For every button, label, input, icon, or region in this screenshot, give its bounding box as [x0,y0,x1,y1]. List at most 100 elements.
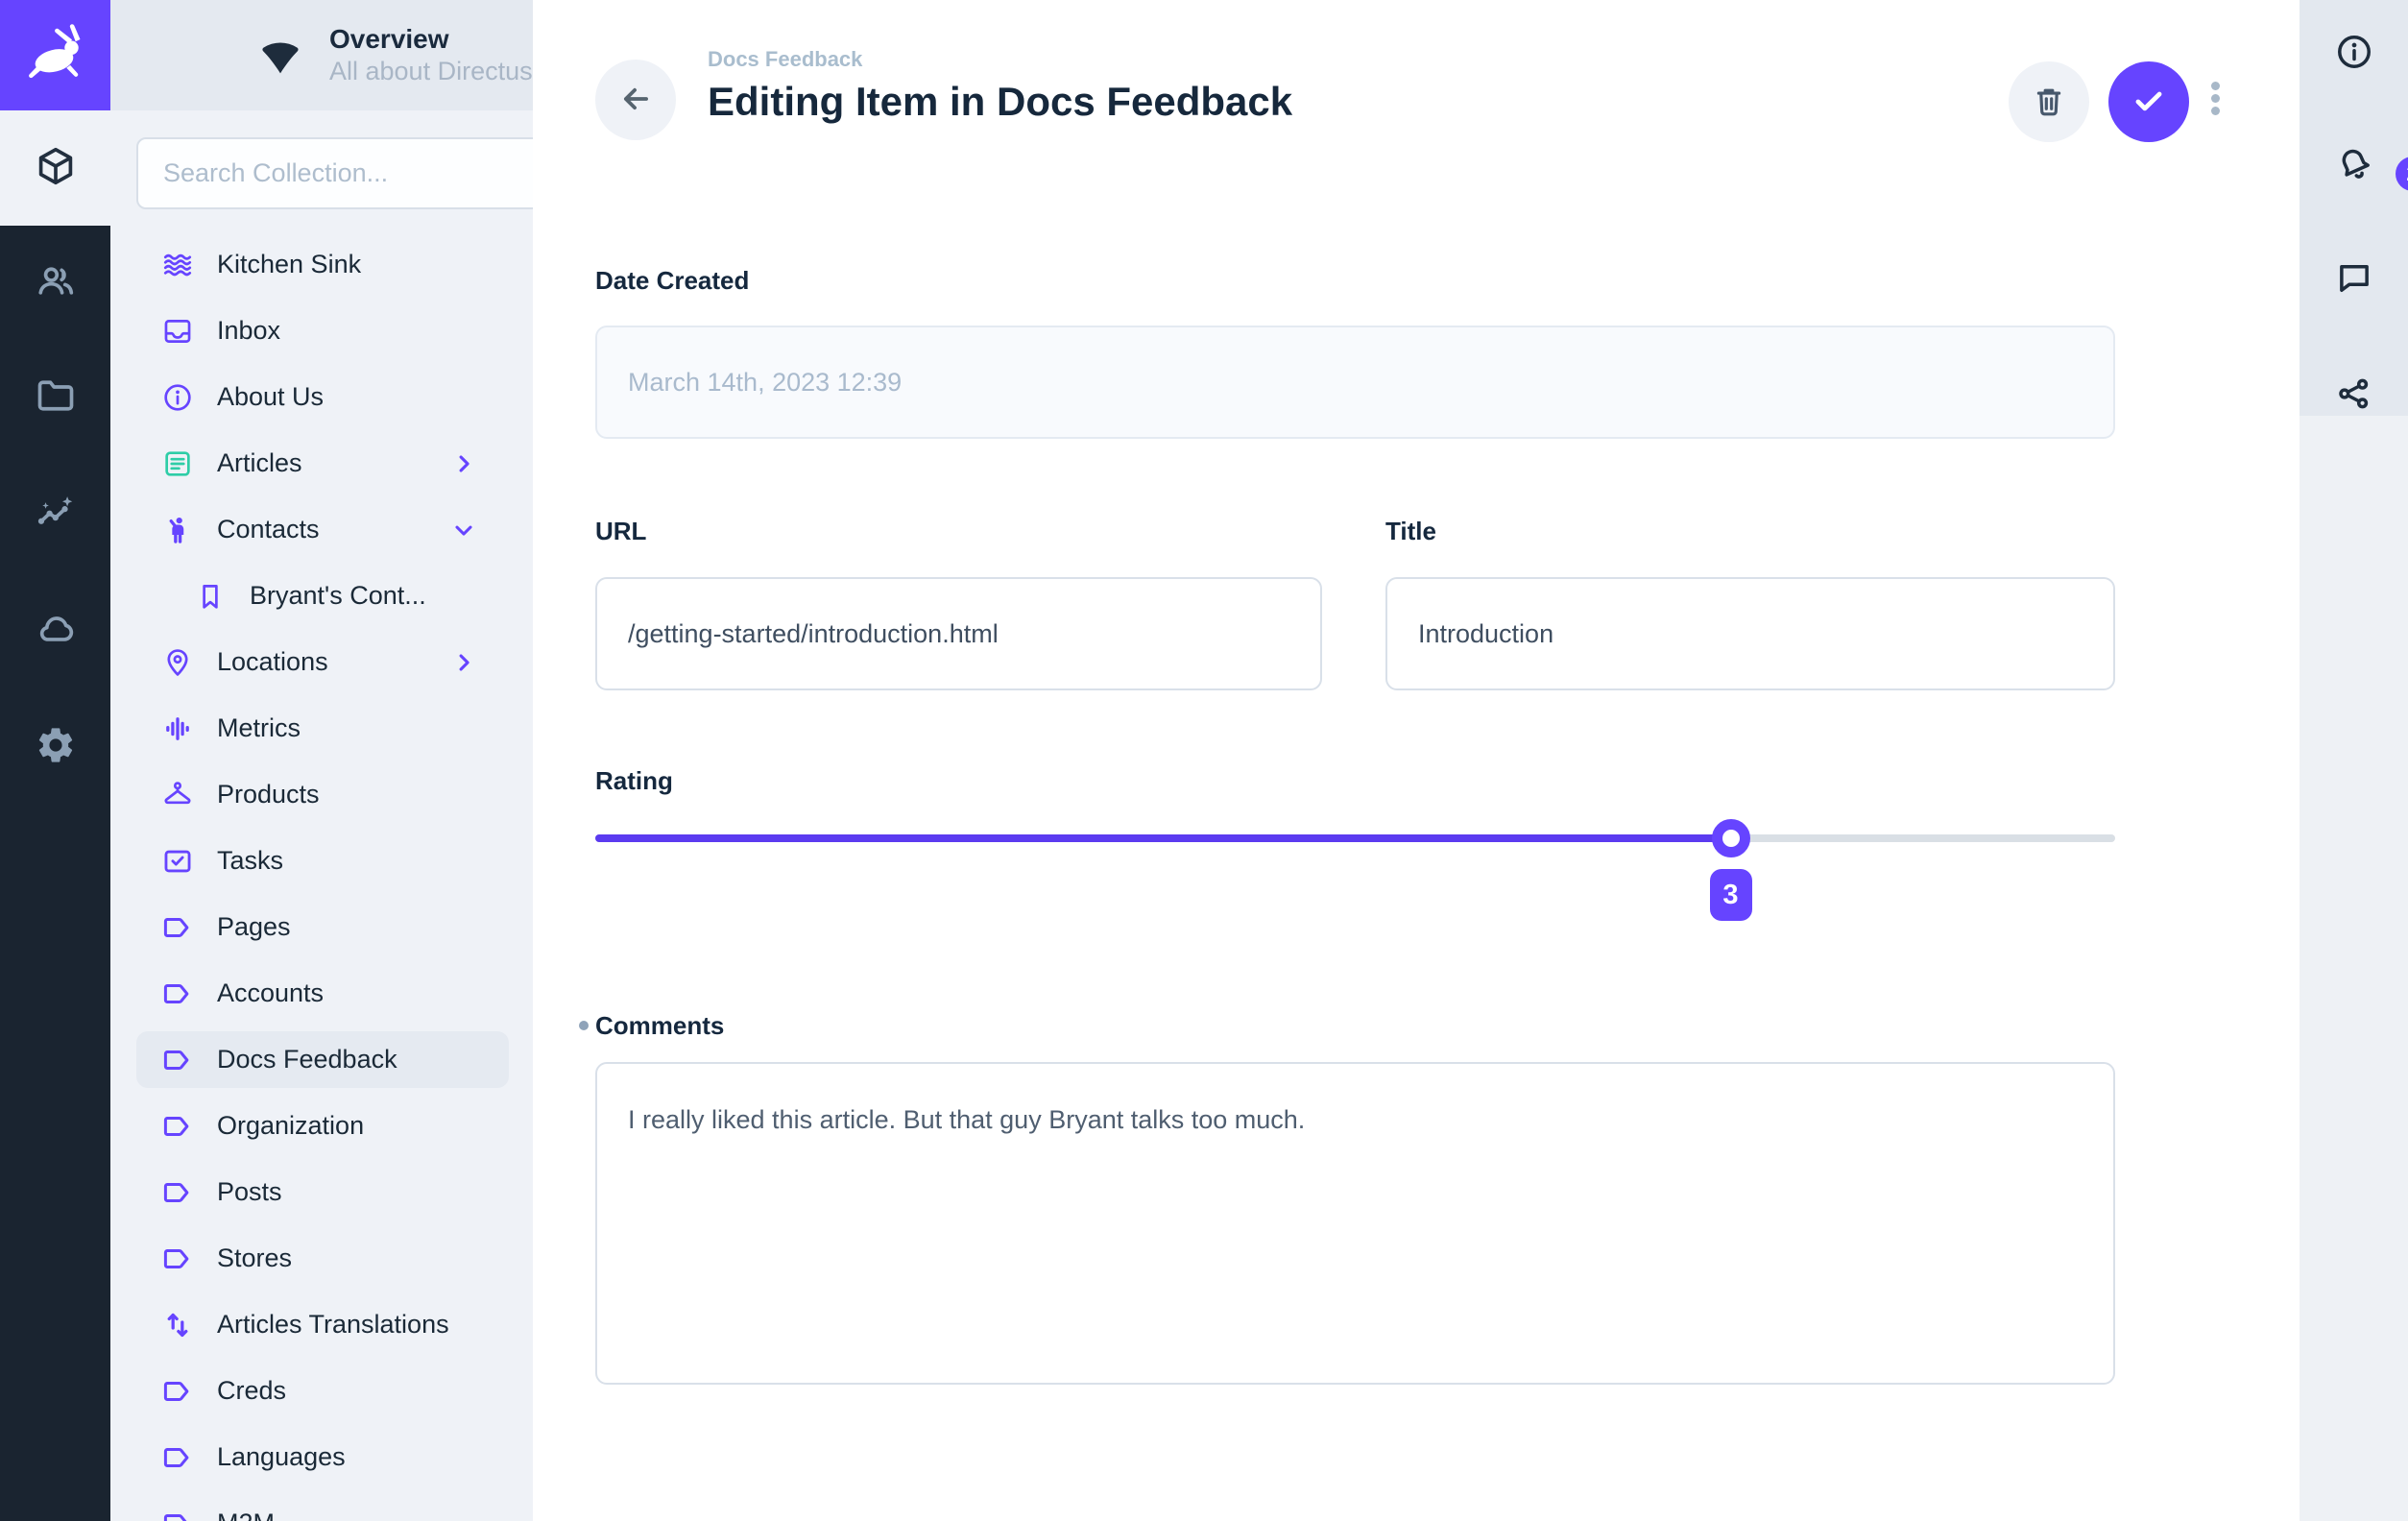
sidebar-item-kitchen-sink[interactable]: Kitchen Sink [110,231,533,298]
rating-slider-thumb[interactable] [1712,819,1750,857]
page-title: Editing Item in Docs Feedback [708,77,1292,127]
logo-button[interactable] [0,0,110,110]
back-button[interactable] [595,60,676,140]
sidebar-item-label: Contacts [217,515,450,544]
label-tag-icon [161,1441,194,1474]
directus-app-window: Overview All about Directus Kitchen Sink… [0,0,2408,1521]
article-icon [161,447,194,480]
sidebar-item-stores[interactable]: Stores [110,1225,533,1292]
module-settings[interactable] [0,707,110,787]
edited-indicator-dot [579,1021,589,1030]
cloud-icon [35,607,77,654]
equalizer-icon [161,712,194,745]
chevron-right-icon[interactable] [450,649,477,676]
more-vert-icon [2211,82,2220,90]
sidebar-item-label: Pages [217,912,477,942]
module-bar [0,0,110,1521]
label-tag-icon [161,1176,194,1209]
sidebar-item-articles-translations[interactable]: Articles Translations [110,1292,533,1358]
notifications-bell-icon: 2 [2334,143,2374,183]
sidebar-item-label: Creds [217,1376,477,1406]
notifications-button[interactable]: 2 [2300,125,2408,202]
title-field[interactable] [1385,577,2115,690]
url-field[interactable] [595,577,1322,690]
sidebar-item-locations[interactable]: Locations [110,629,533,695]
rabbit-logo-icon [21,18,90,92]
folder-icon [35,374,77,422]
sidebar-item-label: Articles Translations [217,1310,477,1340]
check-icon [2131,83,2167,122]
rating-slider[interactable]: 3 [595,834,2115,842]
chevron-down-icon[interactable] [450,517,477,543]
sidebar-item-products[interactable]: Products [110,761,533,828]
share-icon [2334,374,2374,419]
more-options-button[interactable] [2208,82,2222,115]
module-docs[interactable] [0,590,110,670]
sidebar-item-about-us[interactable]: About Us [110,364,533,430]
item-edit-page: Docs Feedback Editing Item in Docs Feedb… [533,0,2300,1521]
info-panel-button[interactable] [2300,15,2408,92]
notification-count-badge: 2 [2396,157,2408,191]
hanger-icon [161,779,194,811]
sidebar-item-organization[interactable]: Organization [110,1093,533,1159]
project-subtitle: All about Directus [329,56,533,87]
sidebar-item-docs-feedback[interactable]: Docs Feedback [110,1026,533,1093]
sidebar-item-label: Bryant's Cont... [250,581,477,611]
sidebar-item-inbox[interactable]: Inbox [110,298,533,364]
sidebar-item-m2m[interactable]: M2M [110,1490,533,1521]
module-files[interactable] [0,357,110,438]
comments-field[interactable]: I really liked this article. But that gu… [595,1062,2115,1385]
sidebar-item-languages[interactable]: Languages [110,1424,533,1490]
info-icon [161,381,194,414]
module-content[interactable] [0,128,110,208]
box-icon [35,145,77,192]
rating-slider-fill [595,834,1731,842]
label-tag-icon [161,1243,194,1275]
sidebar-item-pages[interactable]: Pages [110,894,533,960]
project-switcher[interactable]: Overview All about Directus [110,0,533,110]
sidebar-item-label: Organization [217,1111,477,1141]
date-created-field [595,326,2115,439]
sidebar-rail: 2 [2300,0,2408,1521]
arrow-left-icon [617,81,654,120]
project-fan-icon [256,32,304,80]
breadcrumb[interactable]: Docs Feedback [708,46,1292,73]
sidebar-item-label: Products [217,780,477,809]
date-created-label: Date Created [595,265,749,296]
sidebar-item-accounts[interactable]: Accounts [110,960,533,1026]
delete-button[interactable] [2009,61,2089,142]
chevron-right-icon[interactable] [450,450,477,477]
rating-label: Rating [595,765,673,796]
sidebar-item-articles[interactable]: Articles [110,430,533,496]
sidebar-item-label: Tasks [217,846,477,876]
sidebar-item-posts[interactable]: Posts [110,1159,533,1225]
insights-icon [35,492,77,539]
project-title: Overview [329,23,533,56]
module-users[interactable] [0,242,110,323]
save-button[interactable] [2108,61,2189,142]
label-tag-icon [161,1508,194,1521]
sidebar-item-label: Articles [217,448,450,478]
title-label: Title [1385,516,1436,546]
comments-panel-button[interactable] [2300,242,2408,319]
label-tag-icon [161,978,194,1010]
sidebar-item-tasks[interactable]: Tasks [110,828,533,894]
sidebar-item-label: Languages [217,1442,477,1472]
sidebar-item-bryants-contacts[interactable]: Bryant's Cont... [110,563,533,629]
sidebar-item-label: M2M [217,1509,477,1521]
collections-sidebar: Overview All about Directus Kitchen Sink… [110,0,533,1521]
users-icon [35,259,77,306]
bookmark-icon [194,580,227,613]
sidebar-item-label: Docs Feedback [217,1045,477,1074]
label-tag-icon [161,1375,194,1408]
sidebar-item-metrics[interactable]: Metrics [110,695,533,761]
module-insights[interactable] [0,474,110,555]
label-tag-icon [161,1110,194,1143]
sidebar-item-contacts[interactable]: Contacts [110,496,533,563]
sidebar-item-creds[interactable]: Creds [110,1358,533,1424]
sidebar-item-label: Stores [217,1243,477,1273]
sidebar-item-label: Kitchen Sink [217,250,477,279]
label-tag-icon [161,911,194,944]
place-pin-icon [161,646,194,679]
share-panel-button[interactable] [2300,357,2408,434]
